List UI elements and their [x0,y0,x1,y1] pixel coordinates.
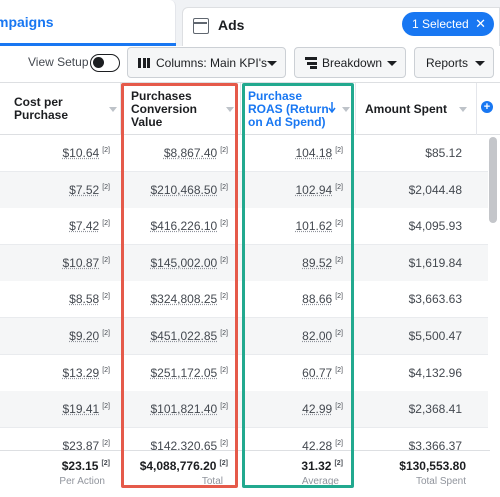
columns-icon [138,58,150,68]
close-icon[interactable]: ✕ [475,12,486,36]
columns-dropdown[interactable]: Columns: Main KPI's [127,47,286,78]
tab-campaigns-label: mpaigns [0,14,54,30]
highlight-box-conversion-value [121,83,238,488]
sort-caret-icon[interactable] [459,107,467,112]
reports-dropdown-label: Reports [426,56,469,70]
tab-bar: mpaigns Ads 1 Selected ✕ [0,0,500,46]
column-header-cost-per-purchase[interactable]: Cost per Purchase [0,83,120,135]
view-setup-label: View Setup [28,55,89,69]
footer-spent-total: $130,553.80 [399,459,466,473]
highlight-box-roas [242,83,354,488]
cell-cost-per-purchase: $10.87 [2] [62,255,111,270]
cell-amount-spent: $2,044.48 [408,182,462,197]
selected-count-label: 1 Selected [412,17,469,31]
cell-cost-per-purchase: $9.20 [2] [69,329,110,343]
sort-caret-icon[interactable] [109,107,117,112]
tab-ads[interactable]: Ads 1 Selected ✕ [182,7,500,46]
selected-count-badge[interactable]: 1 Selected ✕ [402,12,494,36]
breakdown-dropdown-label: Breakdown [322,56,383,70]
chevron-down-icon [475,61,485,66]
footer-spent-sub: Total Spent [415,476,466,487]
toolbar: View Setup Columns: Main KPI's Breakdown… [0,46,500,83]
footer-cost-sub: Per Action [59,476,105,487]
cell-cost-per-purchase: $7.52 [2] [69,182,110,197]
cell-cost-per-purchase: $7.42 [2] [69,219,110,234]
cell-amount-spent: $5,500.47 [408,329,462,343]
column-header-amount-spent[interactable]: Amount Spent [356,83,476,135]
tab-campaigns[interactable]: mpaigns [0,0,176,46]
cell-cost-per-purchase: $13.29 [2] [62,365,111,380]
cell-amount-spent: $1,619.84 [408,255,462,270]
tab-ads-label: Ads [218,17,245,33]
breakdown-icon [305,57,318,69]
reports-dropdown[interactable]: Reports [414,47,494,78]
header-line: Purchase [14,108,69,122]
cell-cost-per-purchase: $19.41 [2] [62,402,111,417]
columns-dropdown-label: Columns: Main KPI's [156,56,267,70]
view-setup-toggle[interactable] [90,54,120,72]
footer-cost-total: $23.15 [2] [61,459,110,473]
toggle-knob [93,57,104,68]
cell-amount-spent: $2,368.41 [408,402,462,417]
cell-amount-spent: $85.12 [425,146,462,160]
window-icon [193,18,209,34]
header-line: Amount Spent [365,102,447,116]
cell-amount-spent: $3,663.63 [408,292,462,307]
plus-circle-icon[interactable]: + [481,101,493,113]
cell-amount-spent: $4,132.96 [408,365,462,380]
chevron-down-icon [387,61,397,66]
cell-cost-per-purchase: $10.64 [2] [62,146,111,160]
breakdown-dropdown[interactable]: Breakdown [294,47,406,78]
vertical-scrollbar-thumb[interactable] [489,137,497,223]
cell-amount-spent: $4,095.93 [408,219,462,234]
chevron-down-icon [267,61,277,66]
cell-cost-per-purchase: $8.58 [2] [69,292,110,307]
